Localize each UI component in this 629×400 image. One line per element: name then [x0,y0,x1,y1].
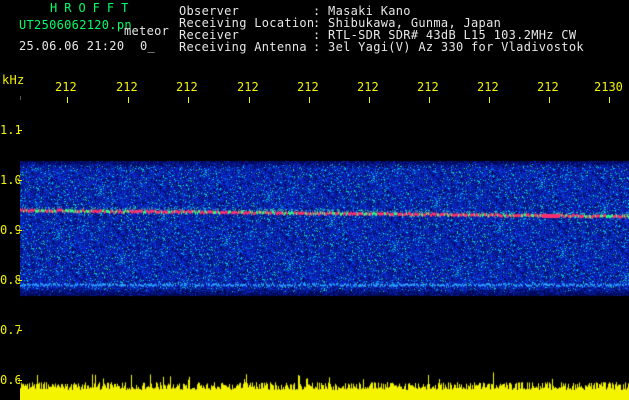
y-tick-mark [18,330,22,331]
x-tick-mark [249,97,250,103]
datetime: 25.06.06 21:20 [19,39,125,53]
filename: UT2506062120.pn [19,18,132,32]
x-tick-mark [549,97,550,103]
x-tick-label: 212 [537,80,559,94]
x-tick-label: 212 [116,80,138,94]
brand-title: HROFFT [50,1,136,15]
y-tick-mark [18,130,22,131]
antenna-value: : 3el Yagi(V) Az 330 for Vladivostok [313,40,584,54]
y-tick-mark [18,280,22,281]
indicator: 0_ [140,39,156,53]
antenna-label: Receiving Antenna [179,40,307,54]
y-tick-mark [18,180,22,181]
x-tick-label: 212 [297,80,319,94]
mode-label: meteor [124,24,170,38]
x-tick-mark [67,97,68,103]
x-tick-label: 212 [55,80,77,94]
x-tick-label: 212 [477,80,499,94]
y-tick-mark [18,380,22,381]
x-tick-mark [128,97,129,103]
x-tick-label: 212 [357,80,379,94]
hrofft-display: HROFFT UT2506062120.pn meteor 25.06.06 2… [0,0,629,400]
x-tick-mark [309,97,310,103]
x-tick-mark [489,97,490,103]
x-tick-mark [188,97,189,103]
x-tick-mark [609,97,610,103]
x-tick-label: 212 [176,80,198,94]
x-tick-label: 212 [417,80,439,94]
x-tick-label: 2130 [594,80,623,94]
x-tick-mark [429,97,430,103]
x-tick-label: 212 [237,80,259,94]
y-tick-mark [18,230,22,231]
y-axis-unit: kHz [2,73,25,87]
x-tick-mark [369,97,370,103]
spectrogram [20,100,629,400]
